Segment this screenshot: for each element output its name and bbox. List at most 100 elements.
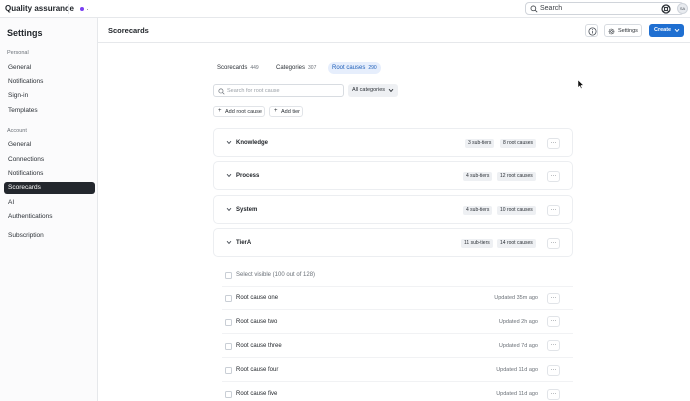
row-label: Root cause four — [236, 367, 279, 373]
cursor-icon — [578, 80, 584, 89]
chevron-down-icon[interactable] — [226, 207, 232, 212]
root-cause-search-placeholder: Search for root cause — [227, 88, 280, 94]
help-icon[interactable] — [661, 4, 671, 14]
tab-scorecards-label: Scorecards — [217, 65, 248, 71]
add-tier-label: Add tier — [281, 109, 300, 115]
info-button[interactable] — [585, 24, 598, 37]
tier-card-knowledge[interactable]: Knowledge 3 sub-tiers 8 root causes ··· — [213, 128, 573, 157]
top-bar: Quality assurance Search SA — [0, 0, 690, 18]
sidebar-item-notifications[interactable]: Notifications — [4, 76, 95, 88]
more-icon[interactable]: ··· — [547, 316, 560, 327]
row-divider — [222, 286, 573, 287]
settings-button-label: Settings — [618, 28, 638, 34]
sidebar-item-general[interactable]: General — [4, 62, 95, 74]
sidebar-item-scorecards[interactable]: Scorecards — [4, 182, 95, 194]
row-updated: Updated 2h ago — [498, 319, 538, 325]
row-divider — [222, 309, 573, 310]
root-cause-search-input[interactable]: Search for root cause — [213, 84, 344, 97]
row-divider — [222, 333, 573, 334]
settings-sidebar: Settings Personal General Notifications … — [0, 18, 98, 401]
tier-card-process[interactable]: Process 4 sub-tiers 12 root causes ··· — [213, 161, 573, 190]
row-updated: Updated 7d ago — [498, 343, 538, 349]
row-checkbox[interactable] — [225, 367, 232, 374]
tier-name: Knowledge — [236, 140, 269, 146]
add-tier-button[interactable]: + Add tier — [269, 106, 303, 117]
more-icon[interactable]: ··· — [547, 205, 560, 216]
sidebar-section-personal: Personal — [7, 50, 29, 56]
row-label: Root cause five — [236, 391, 278, 397]
chevron-down-icon[interactable] — [226, 173, 232, 178]
tab-categories-count: 307 — [308, 65, 317, 71]
more-icon[interactable]: ··· — [547, 238, 560, 249]
tier-card-tiera[interactable]: TierA 11 sub-tiers 14 root causes ··· — [213, 228, 573, 257]
top-divider — [68, 4, 69, 14]
row-divider — [222, 381, 573, 382]
chevron-down-icon[interactable] — [226, 240, 232, 245]
sidebar-item-ai[interactable]: AI — [4, 197, 95, 209]
tier-name: TierA — [236, 240, 252, 246]
tier-name: Process — [236, 173, 260, 179]
more-icon[interactable]: ··· — [547, 171, 560, 182]
select-visible-label: Select visible (100 out of 128) — [236, 272, 316, 278]
more-icon[interactable]: ··· — [547, 365, 560, 376]
row-checkbox[interactable] — [225, 319, 232, 326]
row-updated: Updated 35m ago — [494, 295, 538, 301]
row-label: Root cause one — [236, 295, 279, 301]
row-checkbox[interactable] — [225, 391, 232, 398]
sidebar-section-account: Account — [7, 128, 27, 134]
sidebar-title: Settings — [7, 28, 43, 38]
row-updated: Updated 11d ago — [496, 391, 538, 397]
root-causes-badge: 10 root causes — [497, 206, 536, 215]
category-filter-label: All categories — [352, 87, 386, 93]
create-button-label: Create — [654, 27, 672, 33]
sidebar-item-connections[interactable]: Connections — [4, 154, 95, 166]
tab-scorecards-count: 449 — [250, 65, 259, 71]
row-divider — [222, 357, 573, 358]
sub-tiers-badge: 11 sub-tiers — [461, 239, 493, 248]
workspace-dot-icon[interactable] — [80, 7, 84, 11]
sidebar-item-account-notifications[interactable]: Notifications — [4, 168, 95, 180]
sidebar-item-templates[interactable]: Templates — [4, 105, 95, 117]
more-icon[interactable]: ··· — [547, 340, 560, 351]
sidebar-item-subscription[interactable]: Subscription — [4, 230, 95, 242]
plus-icon: + — [274, 108, 278, 114]
tier-card-system[interactable]: System 4 sub-tiers 10 root causes ··· — [213, 195, 573, 224]
row-updated: Updated 11d ago — [496, 367, 538, 373]
row-checkbox[interactable] — [225, 343, 232, 350]
gear-icon — [608, 28, 615, 35]
row-checkbox[interactable] — [225, 295, 232, 302]
tab-root-causes[interactable]: Root causes 290 — [328, 62, 381, 74]
add-root-cause-button[interactable]: + Add root cause — [213, 106, 265, 117]
row-label: Root cause two — [236, 319, 278, 325]
settings-button[interactable]: Settings — [604, 24, 642, 37]
root-causes-badge: 12 root causes — [497, 172, 536, 181]
more-icon[interactable]: ··· — [547, 293, 560, 304]
avatar[interactable]: SA — [677, 3, 688, 14]
tab-scorecards[interactable]: Scorecards 449 — [213, 62, 263, 74]
search-icon — [530, 5, 538, 13]
more-icon[interactable]: ··· — [547, 389, 560, 400]
tier-name: System — [236, 207, 258, 213]
row-label: Root cause three — [236, 343, 282, 349]
category-filter-dropdown[interactable]: All categories — [348, 84, 398, 97]
root-causes-badge: 8 root causes — [500, 139, 537, 148]
sidebar-item-account-general[interactable]: General — [4, 139, 95, 151]
workspace-more-dot-icon — [87, 9, 88, 10]
select-visible-checkbox[interactable] — [225, 272, 232, 279]
page-header: Scorecards Settings Create — [98, 18, 690, 43]
chevron-down-icon — [388, 88, 394, 93]
info-icon — [588, 27, 597, 36]
plus-icon: + — [218, 108, 222, 114]
sub-tiers-badge: 4 sub-tiers — [463, 206, 493, 215]
sidebar-item-sign-in[interactable]: Sign-in — [4, 90, 95, 102]
add-root-cause-label: Add root cause — [225, 109, 262, 115]
search-icon — [218, 88, 225, 95]
sidebar-item-authentications[interactable]: Authentications — [4, 211, 95, 223]
create-button[interactable]: Create — [649, 24, 684, 37]
tab-categories[interactable]: Categories 307 — [272, 62, 320, 74]
tab-categories-label: Categories — [276, 65, 306, 71]
chevron-down-icon — [674, 28, 680, 33]
chevron-down-icon[interactable] — [226, 140, 232, 145]
tab-root-causes-count: 290 — [368, 65, 377, 71]
more-icon[interactable]: ··· — [547, 138, 560, 149]
